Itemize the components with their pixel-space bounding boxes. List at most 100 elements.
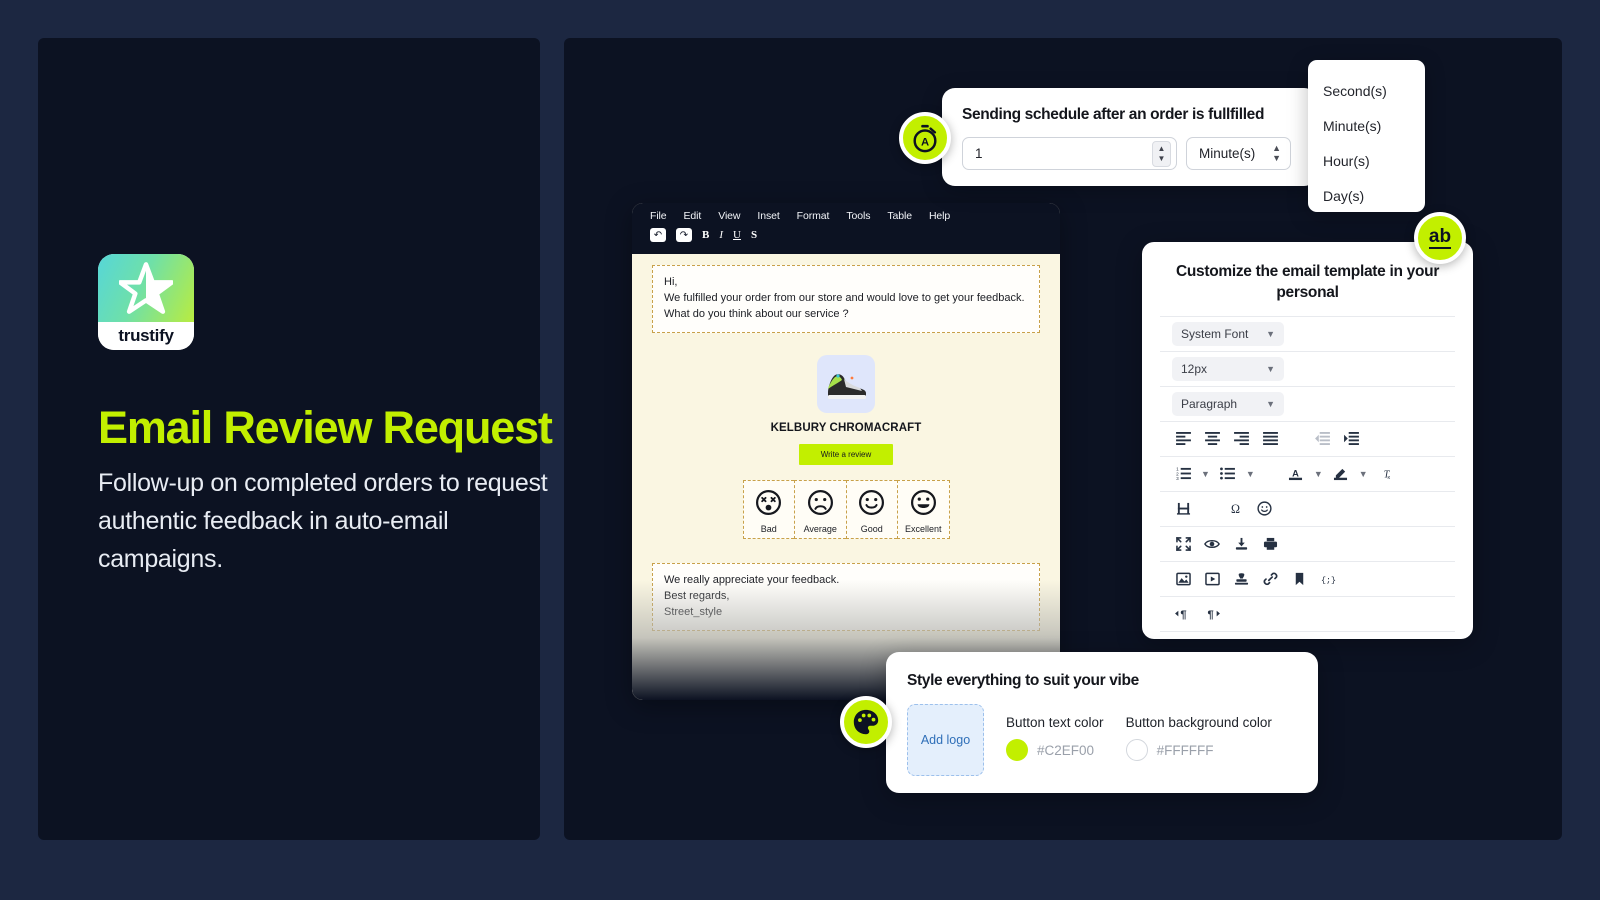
grinning-face-icon xyxy=(910,489,936,515)
svg-text:{;}: {;} xyxy=(1320,575,1335,585)
menu-item-edit[interactable]: Edit xyxy=(684,210,702,222)
schedule-unit-value: Minute(s) xyxy=(1199,146,1256,161)
rating-label-excellent: Excellent xyxy=(904,523,942,534)
stamp-icon[interactable] xyxy=(1230,568,1252,590)
clear-formatting-icon[interactable]: Tx xyxy=(1375,463,1397,485)
logo-gradient xyxy=(98,254,194,322)
text-format-icon: ab xyxy=(1414,212,1466,264)
insert-video-icon[interactable] xyxy=(1201,568,1223,590)
unit-dropdown-menu[interactable]: Second(s) Minute(s) Hour(s) Day(s) xyxy=(1308,60,1425,212)
font-size-select[interactable]: 12px ▼ xyxy=(1172,356,1284,381)
link-icon[interactable] xyxy=(1259,568,1281,590)
dropdown-option-minutes[interactable]: Minute(s) xyxy=(1308,108,1425,143)
underline-icon[interactable]: U xyxy=(733,229,741,241)
stepper-up-down-icon[interactable]: ▲ ▼ xyxy=(1152,141,1171,167)
schedule-amount-input[interactable]: 1 ▲ ▼ xyxy=(962,137,1177,170)
rating-good[interactable]: Good xyxy=(845,479,897,539)
export-icon[interactable] xyxy=(1230,533,1252,555)
block-format-row: Paragraph ▼ xyxy=(1160,387,1455,422)
font-size-row: 12px ▼ xyxy=(1160,352,1455,387)
write-review-button[interactable]: Write a review xyxy=(798,443,894,465)
rating-average[interactable]: Average xyxy=(794,479,846,539)
code-sample-icon[interactable]: {;} xyxy=(1317,568,1339,590)
button-text-color-value-row[interactable]: #C2EF00 xyxy=(1006,739,1104,761)
undo-icon[interactable]: ↶ xyxy=(650,228,666,242)
sneaker-image xyxy=(817,354,875,413)
button-background-color-value-row[interactable]: #FFFFFF xyxy=(1125,739,1272,761)
chevron-down-icon[interactable]: ▼ xyxy=(1359,469,1368,479)
indent-icon[interactable] xyxy=(1340,428,1362,450)
chevron-down-icon[interactable]: ▼ xyxy=(1201,469,1210,479)
horizontal-rule-icon[interactable] xyxy=(1172,498,1194,520)
align-right-icon[interactable] xyxy=(1230,428,1252,450)
preview-icon[interactable] xyxy=(1201,533,1223,555)
customize-title: Customize the email template in your per… xyxy=(1175,263,1440,301)
italic-icon[interactable]: I xyxy=(719,229,723,241)
slight-smile-face-icon xyxy=(859,489,885,515)
button-background-color-label: Button background color xyxy=(1125,715,1272,730)
align-center-icon[interactable] xyxy=(1201,428,1223,450)
bookmark-icon[interactable] xyxy=(1288,568,1310,590)
print-icon[interactable] xyxy=(1259,533,1281,555)
chevron-down-icon[interactable]: ▼ xyxy=(1246,469,1255,479)
button-text-color-label: Button text color xyxy=(1006,715,1104,730)
menu-item-table[interactable]: Table xyxy=(887,210,912,222)
rating-bad[interactable]: Bad xyxy=(742,479,794,539)
button-text-color-swatch[interactable] xyxy=(1006,739,1028,761)
screenshot-root: trustify Email Review Request Follow-up … xyxy=(0,0,1600,900)
chevron-down-icon: ▼ xyxy=(1266,398,1275,409)
font-family-select[interactable]: System Font ▼ xyxy=(1172,321,1284,346)
text-color-icon[interactable]: A xyxy=(1285,463,1307,485)
menu-item-inset[interactable]: Inset xyxy=(757,210,779,222)
button-background-color-swatch[interactable] xyxy=(1125,739,1148,761)
dropdown-option-days[interactable]: Day(s) xyxy=(1308,178,1425,213)
numbered-list-icon[interactable]: 123 xyxy=(1172,463,1194,485)
block-format-select[interactable]: Paragraph ▼ xyxy=(1172,391,1284,416)
ltr-direction-icon[interactable]: ¶ xyxy=(1172,603,1194,625)
email-greeting-block[interactable]: Hi, We fulfilled your order from our sto… xyxy=(652,265,1040,333)
menu-item-tools[interactable]: Tools xyxy=(846,210,870,222)
email-closing-block[interactable]: We really appreciate your feedback. Best… xyxy=(652,562,1040,631)
svg-text:3: 3 xyxy=(1176,476,1179,480)
logo-wordmark: trustify xyxy=(98,322,194,350)
strikethrough-icon[interactable]: S xyxy=(751,229,757,241)
page-subtitle: Follow-up on completed orders to request… xyxy=(98,469,548,573)
email-editor: File Edit View Inset Format Tools Table … xyxy=(632,203,1060,700)
editor-canvas[interactable]: Hi, We fulfilled your order from our sto… xyxy=(632,254,1060,700)
font-family-value: System Font xyxy=(1181,326,1249,341)
page-title: Email Review Request xyxy=(98,402,553,453)
outdent-icon[interactable] xyxy=(1311,428,1333,450)
product-title: KELBURY CHROMACRAFT xyxy=(770,421,922,434)
redo-icon[interactable]: ↷ xyxy=(676,228,692,242)
svg-text:¶: ¶ xyxy=(1180,609,1186,621)
bold-icon[interactable]: B xyxy=(702,229,709,241)
align-justify-icon[interactable] xyxy=(1259,428,1281,450)
fullscreen-icon[interactable] xyxy=(1172,533,1194,555)
rtl-direction-icon[interactable]: ¶ xyxy=(1201,603,1223,625)
dropdown-option-seconds[interactable]: Second(s) xyxy=(1308,73,1425,108)
schedule-unit-select[interactable]: Minute(s) ▲ ▼ xyxy=(1186,137,1291,170)
frowning-face-icon xyxy=(807,489,833,515)
emoji-icon[interactable] xyxy=(1253,498,1275,520)
rating-excellent[interactable]: Excellent xyxy=(897,479,950,539)
menu-item-help[interactable]: Help xyxy=(929,210,950,222)
menu-item-view[interactable]: View xyxy=(718,210,740,222)
svg-text:Ω: Ω xyxy=(1230,502,1239,516)
dropdown-option-hours[interactable]: Hour(s) xyxy=(1308,143,1425,178)
button-text-color-hex: #C2EF00 xyxy=(1037,742,1095,758)
menu-item-format[interactable]: Format xyxy=(797,210,830,222)
rating-label-average: Average xyxy=(803,523,837,534)
highlight-color-icon[interactable] xyxy=(1330,463,1352,485)
ab-badge-label: ab xyxy=(1428,226,1452,249)
bulleted-list-icon[interactable] xyxy=(1217,463,1239,485)
dizzy-face-icon xyxy=(756,489,782,515)
insert-image-icon[interactable] xyxy=(1172,568,1194,590)
svg-text:A: A xyxy=(921,137,929,149)
schedule-amount-value: 1 xyxy=(975,146,983,161)
align-left-icon[interactable] xyxy=(1172,428,1194,450)
button-background-color-hex: #FFFFFF xyxy=(1156,742,1214,758)
menu-item-file[interactable]: File xyxy=(650,210,667,222)
chevron-down-icon[interactable]: ▼ xyxy=(1314,469,1323,479)
add-logo-button[interactable]: Add logo xyxy=(907,704,984,776)
special-character-icon[interactable]: Ω xyxy=(1224,498,1246,520)
